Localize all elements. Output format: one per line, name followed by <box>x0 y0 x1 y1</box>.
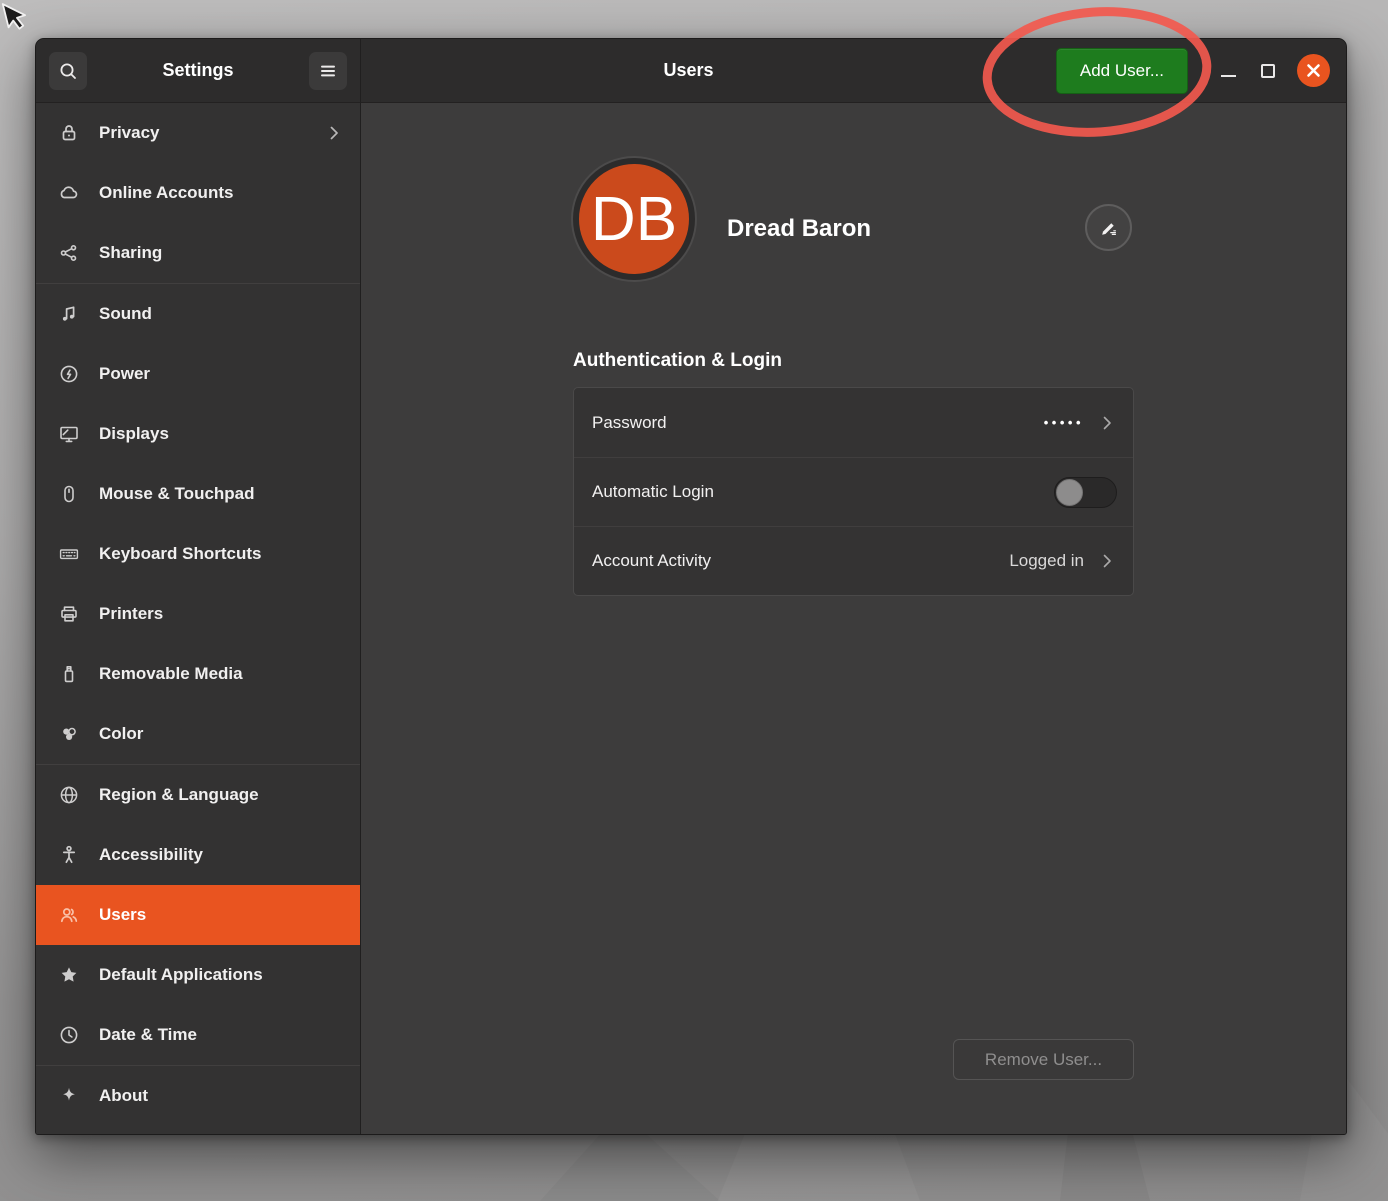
sidebar-item-label: Displays <box>99 424 169 444</box>
display-icon <box>56 422 82 446</box>
sidebar-item-label: Default Applications <box>99 965 263 985</box>
page-title: Users <box>361 60 1016 81</box>
sidebar-item-label: Keyboard Shortcuts <box>99 544 261 564</box>
sidebar-item-printers[interactable]: Printers <box>36 584 360 644</box>
sidebar-item-displays[interactable]: Displays <box>36 404 360 464</box>
sidebar-item-removable-media[interactable]: Removable Media <box>36 644 360 704</box>
sidebar-item-label: Online Accounts <box>99 183 233 203</box>
sidebar: Privacy Online Accounts Sharing <box>36 103 361 1134</box>
maximize-button[interactable] <box>1258 56 1278 86</box>
sidebar-item-label: Users <box>99 905 146 925</box>
password-label: Password <box>592 413 667 433</box>
sidebar-item-label: Region & Language <box>99 785 259 805</box>
account-activity-value: Logged in <box>1009 551 1084 571</box>
password-dots: ••••• <box>1044 415 1084 430</box>
remove-user-button[interactable]: Remove User... <box>953 1039 1134 1080</box>
sidebar-item-privacy[interactable]: Privacy <box>36 103 360 163</box>
music-note-icon <box>56 302 82 326</box>
globe-icon <box>56 783 82 807</box>
sidebar-item-region-language[interactable]: Region & Language <box>36 765 360 825</box>
accessibility-icon <box>56 843 82 867</box>
sidebar-item-mouse-touchpad[interactable]: Mouse & Touchpad <box>36 464 360 524</box>
hamburger-menu-icon <box>316 59 340 83</box>
search-icon <box>56 59 80 83</box>
minimize-icon <box>1221 75 1236 77</box>
pencil-icon <box>1097 216 1121 240</box>
sidebar-item-sharing[interactable]: Sharing <box>36 223 360 283</box>
keyboard-icon <box>56 542 82 566</box>
maximize-icon <box>1261 64 1275 78</box>
usb-drive-icon <box>56 662 82 686</box>
primary-menu-button[interactable] <box>309 52 347 90</box>
automatic-login-row: Automatic Login <box>574 457 1133 526</box>
sidebar-item-label: Removable Media <box>99 664 243 684</box>
sidebar-item-sound[interactable]: Sound <box>36 284 360 344</box>
lock-icon <box>56 121 82 145</box>
user-full-name: Dread Baron <box>727 215 871 243</box>
password-row[interactable]: Password ••••• <box>574 388 1133 457</box>
color-icon <box>56 722 82 746</box>
sidebar-item-label: Mouse & Touchpad <box>99 484 255 504</box>
titlebar[interactable]: Users Add User... <box>361 39 1346 103</box>
sidebar-item-label: Printers <box>99 604 163 624</box>
sidebar-item-label: Date & Time <box>99 1025 197 1045</box>
close-button[interactable] <box>1297 54 1330 87</box>
minimize-button[interactable] <box>1218 56 1238 86</box>
sidebar-item-color[interactable]: Color <box>36 704 360 764</box>
search-button[interactable] <box>49 52 87 90</box>
sidebar-item-default-applications[interactable]: Default Applications <box>36 945 360 1005</box>
sidebar-item-label: Color <box>99 724 143 744</box>
sparkle-icon <box>56 1084 82 1108</box>
add-user-button[interactable]: Add User... <box>1056 48 1188 94</box>
sidebar-item-accessibility[interactable]: Accessibility <box>36 825 360 885</box>
sidebar-item-about[interactable]: About <box>36 1066 360 1126</box>
sidebar-item-label: Sound <box>99 304 152 324</box>
mouse-icon <box>56 482 82 506</box>
sidebar-item-label: Power <box>99 364 150 384</box>
sidebar-item-label: Accessibility <box>99 845 203 865</box>
sidebar-item-keyboard-shortcuts[interactable]: Keyboard Shortcuts <box>36 524 360 584</box>
clock-icon <box>56 1023 82 1047</box>
sidebar-item-date-time[interactable]: Date & Time <box>36 1005 360 1065</box>
sidebar-header: Settings <box>36 39 361 103</box>
settings-title: Settings <box>162 60 233 81</box>
sidebar-item-online-accounts[interactable]: Online Accounts <box>36 163 360 223</box>
close-icon <box>1297 54 1330 87</box>
cloud-icon <box>56 181 82 205</box>
chevron-right-icon <box>324 123 344 143</box>
power-icon <box>56 362 82 386</box>
star-icon <box>56 963 82 987</box>
sidebar-item-label: Privacy <box>99 123 160 143</box>
share-icon <box>56 241 82 265</box>
avatar: DB <box>573 158 695 280</box>
toggle-knob <box>1056 479 1083 506</box>
chevron-right-icon <box>1097 413 1117 433</box>
sidebar-item-power[interactable]: Power <box>36 344 360 404</box>
auth-login-card: Password ••••• Automatic Login Account <box>573 387 1134 596</box>
printer-icon <box>56 602 82 626</box>
avatar-initials: DB <box>591 184 677 255</box>
automatic-login-label: Automatic Login <box>592 482 714 502</box>
account-activity-label: Account Activity <box>592 551 711 571</box>
chevron-right-icon <box>1097 551 1117 571</box>
mouse-cursor-icon <box>0 0 33 36</box>
account-activity-row[interactable]: Account Activity Logged in <box>574 526 1133 595</box>
users-icon <box>56 903 82 927</box>
edit-name-button[interactable] <box>1085 204 1132 251</box>
automatic-login-toggle[interactable] <box>1054 477 1117 508</box>
header-actions: Add User... <box>1056 48 1346 94</box>
settings-window: Settings Users Add User... <box>35 38 1347 1135</box>
section-title: Authentication & Login <box>573 350 782 372</box>
sidebar-item-users[interactable]: Users <box>36 885 360 945</box>
users-panel: DB Dread Baron Authentication & Login Pa… <box>361 103 1346 1134</box>
sidebar-item-label: About <box>99 1086 148 1106</box>
sidebar-item-label: Sharing <box>99 243 162 263</box>
